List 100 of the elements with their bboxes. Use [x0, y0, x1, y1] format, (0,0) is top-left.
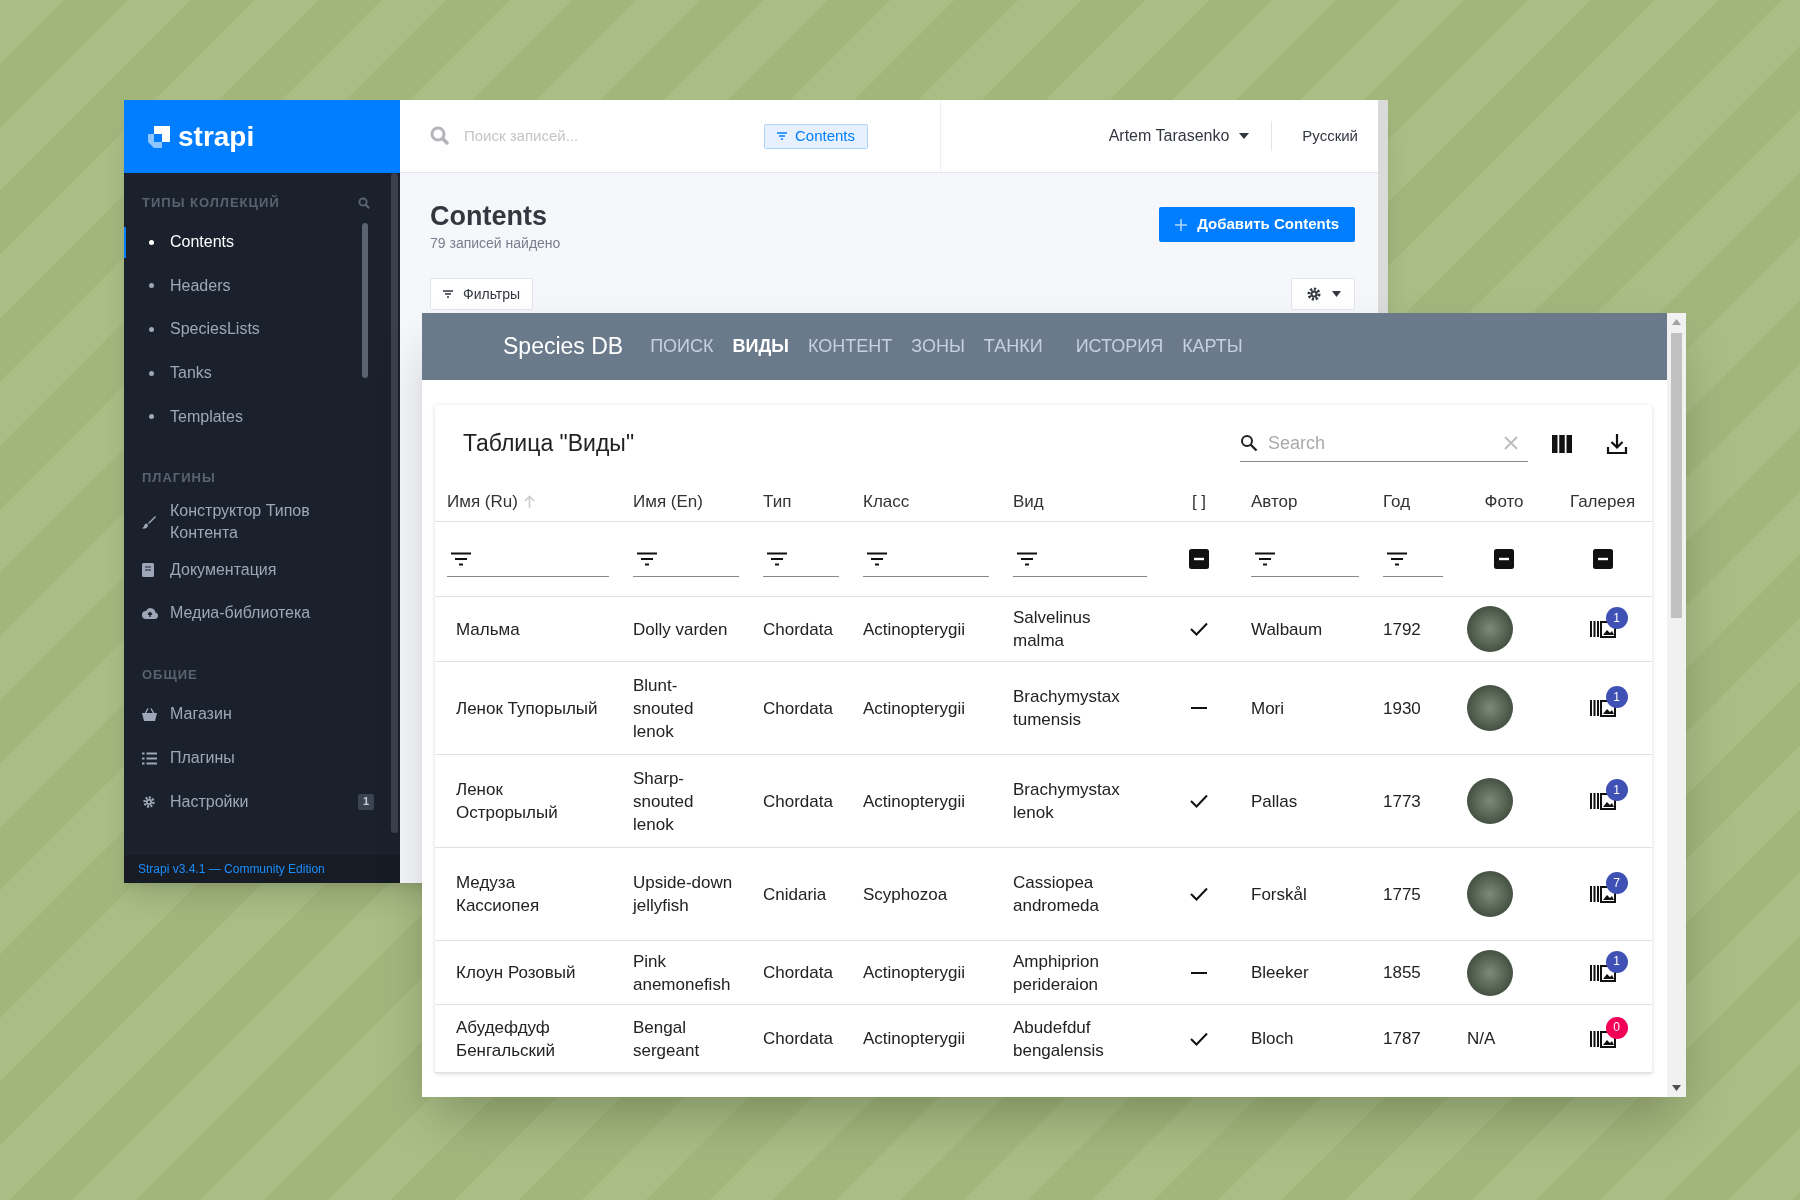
gallery-icon	[1589, 1029, 1616, 1048]
filter-icon	[1017, 551, 1037, 566]
table-cell-text: Клоун Розовый	[455, 962, 577, 984]
indeterminate-checkbox[interactable]	[1592, 549, 1613, 569]
indeterminate-checkbox[interactable]	[1189, 549, 1209, 569]
gallery-button[interactable]	[1589, 963, 1616, 982]
search-field[interactable]: Поиск записей...	[464, 124, 764, 148]
sidebar-item[interactable]: Templates	[170, 405, 320, 428]
count-badge: 1	[1605, 607, 1628, 629]
search-icon[interactable]	[358, 196, 370, 209]
column-header[interactable]: Имя (Ru)	[447, 488, 535, 515]
active-indicator	[124, 226, 126, 259]
table-cell-text: Actinopterygii	[862, 1028, 967, 1050]
photo-placeholder	[1467, 778, 1513, 824]
sidebar-item[interactable]: Tanks	[170, 362, 320, 385]
logo-text: strapi	[178, 122, 255, 151]
settings-button[interactable]	[1291, 278, 1355, 310]
gallery-icon	[1589, 963, 1616, 982]
sidebar-item[interactable]: Плагины	[170, 747, 320, 770]
column-header[interactable]: [ ]	[1191, 488, 1207, 515]
filter-icon	[451, 551, 471, 566]
scrollbar-thumb[interactable]	[1671, 333, 1682, 618]
column-header[interactable]: Год	[1383, 488, 1411, 515]
indeterminate-checkbox[interactable]	[1494, 549, 1514, 569]
gear-icon	[1305, 286, 1322, 302]
table-cell-text: Scyphozoa	[862, 883, 949, 906]
version-text: Strapi v3.4.1 — Community Edition	[138, 861, 325, 878]
count-badge: 1	[1605, 779, 1628, 801]
filters-button[interactable]: Фильтры	[430, 278, 534, 310]
sidebar-item[interactable]: Документация	[170, 558, 320, 581]
sidebar-item[interactable]: Настройки	[170, 790, 320, 813]
section-heading: ОБЩИЕ	[142, 666, 198, 685]
add-button[interactable]: Добавить Contents	[1159, 207, 1355, 242]
filter-icon	[637, 551, 657, 566]
download-icon[interactable]	[1606, 432, 1628, 455]
section-heading: ТИПЫ КОЛЛЕКЦИЙ	[142, 194, 280, 212]
column-header[interactable]: Класс	[863, 488, 910, 515]
gallery-button[interactable]	[1589, 699, 1616, 717]
table-cell-text: N/A	[1467, 1028, 1496, 1050]
photo-placeholder	[1467, 685, 1513, 731]
filter-icon	[1255, 551, 1275, 566]
search-icon	[1240, 434, 1258, 452]
photo-placeholder	[1467, 606, 1513, 652]
page-title: Contents	[430, 200, 548, 233]
search-field[interactable]: Search	[1268, 429, 1494, 457]
table-cell-text: Salvelinus malma	[1012, 607, 1092, 652]
table-cell-text: 1775	[1382, 883, 1422, 906]
bullet-icon	[149, 414, 154, 420]
filter-icon	[767, 551, 787, 566]
column-header[interactable]: Тип	[763, 488, 792, 515]
sidebar-item[interactable]: Конструктор Типов Контента	[170, 499, 320, 544]
nav-tab[interactable]: ВИДЫ	[732, 333, 789, 360]
table-cell-text: Upside-down jellyfish	[631, 872, 733, 917]
column-header[interactable]: Автор	[1251, 488, 1298, 515]
sidebar-item[interactable]: SpeciesLists	[170, 318, 320, 341]
gallery-icon	[1589, 620, 1616, 638]
bullet-icon	[149, 327, 154, 332]
sidebar-item[interactable]: Contents	[170, 231, 320, 254]
table-cell-text: Pallas	[1250, 790, 1299, 813]
table-cell-text: Sharp-snouted lenok	[632, 767, 695, 836]
list-icon	[142, 751, 157, 765]
scroll-down-icon[interactable]	[1672, 1085, 1681, 1091]
count-badge: 0	[1605, 1016, 1628, 1039]
plus-icon	[1175, 218, 1188, 231]
bullet-icon	[149, 283, 154, 289]
gallery-button[interactable]	[1589, 620, 1616, 638]
book-icon	[142, 562, 154, 577]
table-cell-text: Cnidaria	[762, 883, 828, 906]
filter-chip[interactable]: Contents	[764, 123, 869, 149]
language-menu[interactable]: Русский	[1302, 124, 1358, 148]
sidebar-item[interactable]: Медиа-библиотека	[170, 602, 320, 625]
column-header[interactable]: Вид	[1013, 488, 1044, 515]
sidebar-item[interactable]: Магазин	[170, 703, 320, 726]
column-header[interactable]: Галерея	[1569, 488, 1636, 515]
table-cell-text: Chordata	[762, 962, 834, 984]
table-cell-text: Абудефдуф Бенгальский	[455, 1016, 556, 1062]
filter-icon	[867, 551, 887, 566]
gallery-icon	[1589, 885, 1616, 903]
table-cell-text: Walbaum	[1250, 618, 1324, 641]
gallery-button[interactable]	[1589, 792, 1616, 810]
column-header[interactable]: Фото	[1484, 488, 1524, 515]
user-menu[interactable]: Artem Tarasenko	[1108, 124, 1272, 148]
caret-icon	[1331, 291, 1341, 297]
gallery-icon	[1589, 699, 1616, 717]
gallery-icon	[1589, 792, 1616, 810]
gallery-button[interactable]	[1589, 1029, 1616, 1048]
columns-icon[interactable]	[1552, 434, 1572, 453]
table-cell-text: Chordata	[762, 790, 834, 813]
table-cell-text: Actinopterygii	[862, 618, 967, 641]
count-badge: 1	[1605, 950, 1628, 973]
table-cell-text: Abudefduf bengalensis	[1012, 1016, 1105, 1062]
count-badge: 1	[358, 793, 375, 810]
count-badge: 7	[1605, 872, 1628, 894]
table-cell-text: Dolly varden	[632, 618, 729, 641]
table-cell-text: 1855	[1382, 962, 1422, 984]
caret-icon	[1239, 133, 1250, 139]
cloud-upload-icon	[142, 607, 158, 620]
column-header[interactable]: Имя (En)	[633, 488, 703, 515]
gallery-button[interactable]	[1589, 885, 1616, 903]
sidebar-item[interactable]: Headers	[170, 274, 320, 297]
